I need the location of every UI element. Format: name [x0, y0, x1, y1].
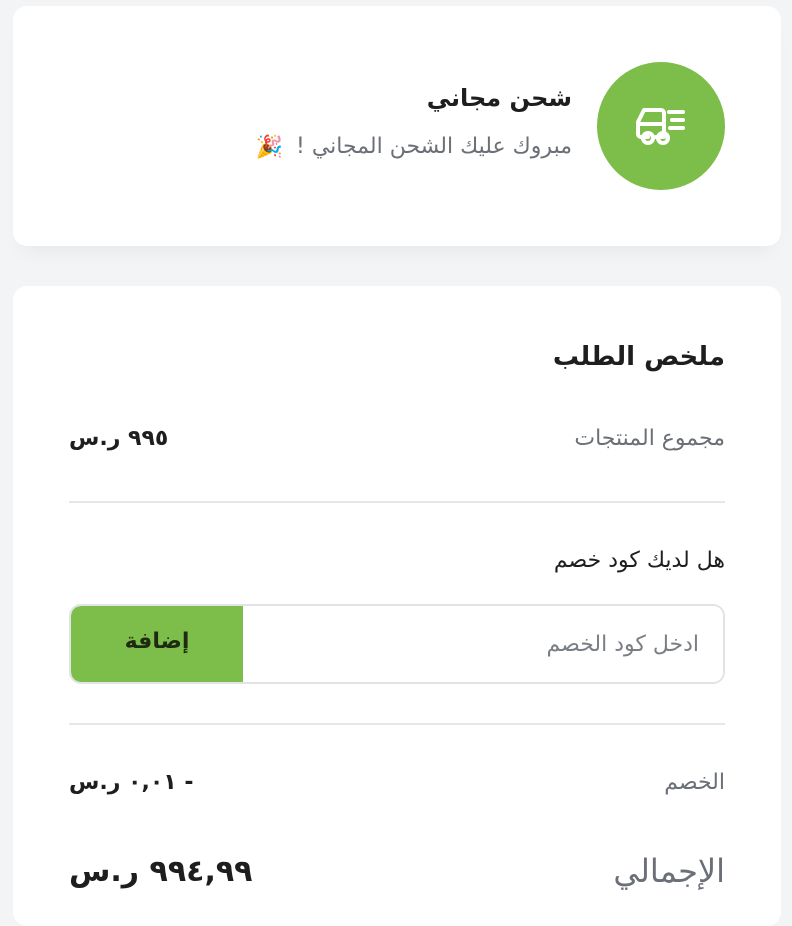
- divider: [69, 501, 725, 503]
- subtotal-value: ٩٩٥ ر.س: [69, 426, 169, 451]
- add-coupon-button[interactable]: إضافة: [71, 606, 243, 682]
- shipping-icon-badge: [597, 62, 725, 190]
- coupon-form: إضافة: [69, 604, 725, 684]
- subtotal-label: مجموع المنتجات: [574, 426, 725, 451]
- discount-label: الخصم: [664, 770, 725, 795]
- party-popper-icon: 🎉: [255, 134, 283, 160]
- free-shipping-card: شحن مجاني مبروك عليك الشحن المجاني ! 🎉: [13, 6, 781, 246]
- divider: [69, 723, 725, 725]
- total-label: الإجمالي: [613, 852, 725, 890]
- total-value: ٩٩٤,٩٩ ر.س: [69, 854, 253, 889]
- delivery-truck-icon: [636, 108, 685, 145]
- shipping-title: شحن مجاني: [426, 84, 572, 112]
- shipping-subtitle: مبروك عليك الشحن المجاني ! 🎉: [256, 134, 572, 160]
- order-summary-card: ملخص الطلب مجموع المنتجات ٩٩٥ ر.س هل لدي…: [13, 286, 781, 926]
- shipping-subtitle-text: مبروك عليك الشحن المجاني !: [296, 134, 572, 159]
- coupon-code-input[interactable]: [243, 606, 723, 682]
- order-summary-title: ملخص الطلب: [552, 342, 725, 372]
- discount-value: - ٠,٠١ ر.س: [69, 770, 194, 795]
- coupon-question: هل لديك كود خصم: [553, 548, 725, 573]
